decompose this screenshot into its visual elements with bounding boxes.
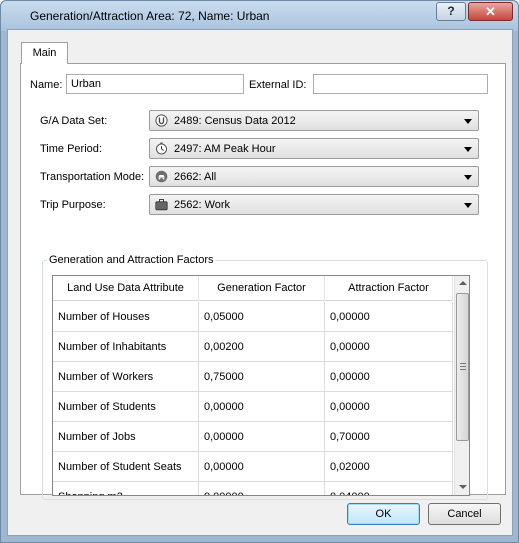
census-icon (155, 114, 168, 127)
column-header-attribute[interactable]: Land Use Data Attribute (53, 276, 199, 301)
table-row[interactable]: Number of Jobs 0,00000 0,70000 (53, 422, 453, 452)
grip-line (460, 366, 466, 367)
transportation-mode-value: 2662: All (174, 171, 217, 183)
transportation-mode-label: Transportation Mode: (40, 171, 145, 183)
grip-line (460, 369, 466, 370)
generation-factor-cell[interactable]: 0,00000 (199, 482, 325, 495)
attribute-cell: Number of Houses (53, 302, 199, 332)
car-icon (155, 170, 168, 183)
table-row[interactable]: Number of Student Seats 0,00000 0,02000 (53, 452, 453, 482)
attribute-cell: Number of Student Seats (53, 452, 199, 482)
attribute-cell: Number of Students (53, 392, 199, 422)
main-tab-panel: Name: External ID: G/A Data Set: 2489: C… (20, 63, 506, 500)
name-field[interactable] (66, 74, 244, 94)
chevron-down-icon (464, 203, 472, 208)
briefcase-icon (155, 198, 168, 211)
attraction-factor-cell[interactable]: 0,02000 (325, 452, 453, 482)
attribute-cell: Number of Jobs (53, 422, 199, 452)
time-period-value: 2497: AM Peak Hour (174, 143, 276, 155)
window-title: Generation/Attraction Area: 72, Name: Ur… (30, 9, 270, 23)
close-button[interactable]: ✕ (468, 2, 513, 21)
column-header-generation[interactable]: Generation Factor (199, 276, 325, 301)
attribute-cell: Number of Workers (53, 362, 199, 392)
title-bar[interactable]: Generation/Attraction Area: 72, Name: Ur… (1, 1, 518, 31)
trip-purpose-dropdown[interactable]: 2562: Work (149, 194, 479, 215)
scroll-down-icon[interactable] (455, 479, 469, 495)
chevron-down-icon (464, 119, 472, 124)
cancel-button[interactable]: Cancel (428, 503, 501, 525)
factors-group-title: Generation and Attraction Factors (47, 254, 216, 266)
attribute-cell: Number of Inhabitants (53, 332, 199, 362)
grip-line (460, 363, 466, 364)
external-id-label: External ID: (249, 79, 307, 91)
generation-factor-cell[interactable]: 0,00000 (199, 392, 325, 422)
table-row[interactable]: Number of Houses 0,05000 0,00000 (53, 302, 453, 332)
table-row[interactable]: Number of Students 0,00000 0,00000 (53, 392, 453, 422)
attraction-factor-cell[interactable]: 0,04000 (325, 482, 453, 495)
ga-data-set-value: 2489: Census Data 2012 (174, 115, 296, 127)
trip-purpose-label: Trip Purpose: (40, 199, 106, 211)
ok-button[interactable]: OK (347, 503, 420, 525)
generation-factor-cell[interactable]: 0,00200 (199, 332, 325, 362)
table-row[interactable]: Number of Workers 0,75000 0,00000 (53, 362, 453, 392)
name-label: Name: (30, 79, 63, 91)
transportation-mode-dropdown[interactable]: 2662: All (149, 166, 479, 187)
table-header: Land Use Data Attribute Generation Facto… (53, 276, 453, 301)
attraction-factor-cell[interactable]: 0,00000 (325, 392, 453, 422)
external-id-field[interactable] (313, 74, 488, 94)
scroll-up-icon[interactable] (455, 276, 469, 292)
generation-factor-cell[interactable]: 0,00000 (199, 452, 325, 482)
table-row[interactable]: Number of Inhabitants 0,00200 0,00000 (53, 332, 453, 362)
chevron-down-icon (464, 175, 472, 180)
attraction-factor-cell[interactable]: 0,00000 (325, 302, 453, 332)
dialog-window: Generation/Attraction Area: 72, Name: Ur… (0, 0, 519, 543)
generation-factor-cell[interactable]: 0,00000 (199, 422, 325, 452)
column-header-attraction[interactable]: Attraction Factor (325, 276, 453, 301)
help-button[interactable]: ? (436, 2, 466, 21)
time-period-dropdown[interactable]: 2497: AM Peak Hour (149, 138, 479, 159)
factors-table[interactable]: Land Use Data Attribute Generation Facto… (52, 275, 470, 496)
attraction-factor-cell[interactable]: 0,00000 (325, 332, 453, 362)
trip-purpose-value: 2562: Work (174, 199, 231, 211)
scroll-thumb[interactable] (456, 293, 469, 441)
clock-icon (155, 142, 168, 155)
vertical-scrollbar[interactable] (454, 276, 469, 495)
table-row[interactable]: Shopping m2 0,00000 0,04000 (53, 482, 453, 495)
ga-data-set-dropdown[interactable]: 2489: Census Data 2012 (149, 110, 479, 131)
attribute-cell: Shopping m2 (53, 482, 199, 495)
ga-data-set-label: G/A Data Set: (40, 115, 108, 127)
generation-factor-cell[interactable]: 0,05000 (199, 302, 325, 332)
dialog-client-area: Main Name: External ID: G/A Data Set: 24… (7, 29, 513, 536)
tab-main[interactable]: Main (21, 42, 68, 64)
time-period-label: Time Period: (40, 143, 102, 155)
generation-factor-cell[interactable]: 0,75000 (199, 362, 325, 392)
attraction-factor-cell[interactable]: 0,70000 (325, 422, 453, 452)
chevron-down-icon (464, 147, 472, 152)
attraction-factor-cell[interactable]: 0,00000 (325, 362, 453, 392)
